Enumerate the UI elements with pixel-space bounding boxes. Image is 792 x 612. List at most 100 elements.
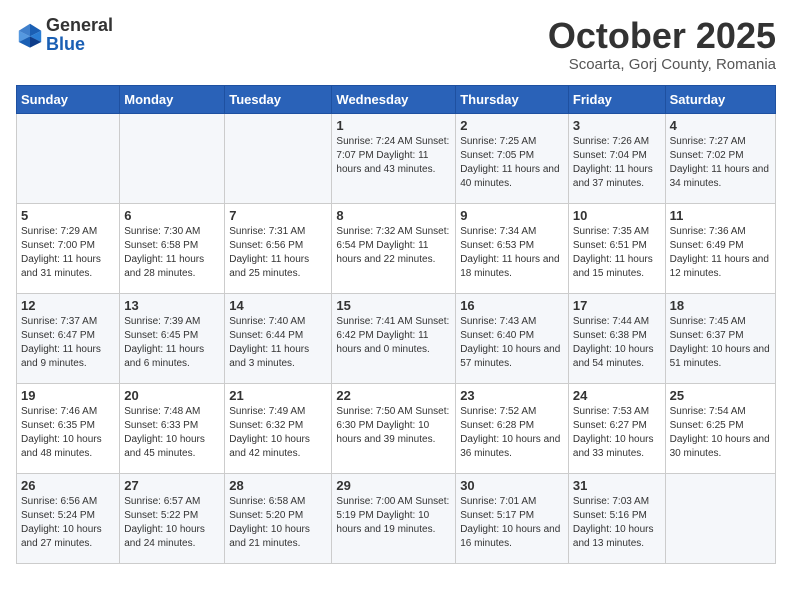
day-number: 3	[573, 118, 661, 133]
day-number: 4	[670, 118, 771, 133]
day-info: Sunrise: 7:49 AM Sunset: 6:32 PM Dayligh…	[229, 405, 327, 461]
day-info: Sunrise: 7:54 AM Sunset: 6:25 PM Dayligh…	[670, 405, 771, 461]
calendar-cell: 4 Sunrise: 7:27 AM Sunset: 7:02 PM Daylig…	[665, 113, 775, 203]
day-info: Sunrise: 7:03 AM Sunset: 5:16 PM Dayligh…	[573, 495, 661, 551]
logo-icon	[16, 21, 44, 49]
calendar-cell: 29Sunrise: 7:00 AM Sunset: 5:19 PM Dayli…	[332, 473, 456, 563]
calendar-cell: 2 Sunrise: 7:25 AM Sunset: 7:05 PM Daylig…	[456, 113, 569, 203]
day-number: 7	[229, 208, 327, 223]
day-number: 9	[460, 208, 564, 223]
calendar-cell: 10 Sunrise: 7:35 AM Sunset: 6:51 PM Dayli…	[568, 203, 665, 293]
day-number: 17	[573, 298, 661, 313]
day-number: 31	[573, 478, 661, 493]
day-number: 21	[229, 388, 327, 403]
day-info: Sunrise: 7:30 AM Sunset: 6:58 PM Dayligh…	[124, 225, 220, 281]
day-number: 11	[670, 208, 771, 223]
calendar-cell: 9 Sunrise: 7:34 AM Sunset: 6:53 PM Daylig…	[456, 203, 569, 293]
day-number: 10	[573, 208, 661, 223]
day-number: 28	[229, 478, 327, 493]
calendar-cell: 20Sunrise: 7:48 AM Sunset: 6:33 PM Dayli…	[120, 383, 225, 473]
day-info: Sunrise: 6:57 AM Sunset: 5:22 PM Dayligh…	[124, 495, 220, 551]
week-row-2: 5 Sunrise: 7:29 AM Sunset: 7:00 PM Daylig…	[17, 203, 776, 293]
calendar-cell: 22 Sunrise: 7:50 AM Sunset: 6:30 PM Dayli…	[332, 383, 456, 473]
calendar-cell	[225, 113, 332, 203]
calendar-cell: 5 Sunrise: 7:29 AM Sunset: 7:00 PM Daylig…	[17, 203, 120, 293]
day-info: Sunrise: 7:44 AM Sunset: 6:38 PM Dayligh…	[573, 315, 661, 371]
weekday-header-friday: Friday	[568, 85, 665, 113]
day-number: 18	[670, 298, 771, 313]
calendar-cell: 11 Sunrise: 7:36 AM Sunset: 6:49 PM Dayli…	[665, 203, 775, 293]
page-header: General Blue October 2025 Scoarta, Gorj …	[16, 16, 776, 73]
calendar-cell: 12 Sunrise: 7:37 AM Sunset: 6:47 PM Dayli…	[17, 293, 120, 383]
calendar-cell: 1Sunrise: 7:24 AM Sunset: 7:07 PM Daylig…	[332, 113, 456, 203]
day-info: Sunrise: 7:46 AM Sunset: 6:35 PM Dayligh…	[21, 405, 115, 461]
day-info: Sunrise: 7:31 AM Sunset: 6:56 PM Dayligh…	[229, 225, 327, 281]
logo-blue-text: Blue	[46, 34, 85, 54]
calendar-cell: 26 Sunrise: 6:56 AM Sunset: 5:24 PM Dayli…	[17, 473, 120, 563]
day-info: Sunrise: 7:50 AM Sunset: 6:30 PM Dayligh…	[336, 405, 451, 447]
day-info: Sunrise: 7:40 AM Sunset: 6:44 PM Dayligh…	[229, 315, 327, 371]
day-number: 15	[336, 298, 451, 313]
day-info: Sunrise: 7:27 AM Sunset: 7:02 PM Dayligh…	[670, 135, 771, 191]
calendar-cell: 27Sunrise: 6:57 AM Sunset: 5:22 PM Dayli…	[120, 473, 225, 563]
day-info: Sunrise: 7:29 AM Sunset: 7:00 PM Dayligh…	[21, 225, 115, 281]
calendar-cell: 24 Sunrise: 7:53 AM Sunset: 6:27 PM Dayli…	[568, 383, 665, 473]
day-info: Sunrise: 7:34 AM Sunset: 6:53 PM Dayligh…	[460, 225, 564, 281]
weekday-header-tuesday: Tuesday	[225, 85, 332, 113]
calendar-cell: 28 Sunrise: 6:58 AM Sunset: 5:20 PM Dayli…	[225, 473, 332, 563]
calendar-cell: 18 Sunrise: 7:45 AM Sunset: 6:37 PM Dayli…	[665, 293, 775, 383]
day-info: Sunrise: 7:41 AM Sunset: 6:42 PM Dayligh…	[336, 315, 451, 357]
calendar-cell: 8 Sunrise: 7:32 AM Sunset: 6:54 PM Daylig…	[332, 203, 456, 293]
day-number: 26	[21, 478, 115, 493]
calendar-cell: 17 Sunrise: 7:44 AM Sunset: 6:38 PM Dayli…	[568, 293, 665, 383]
calendar-cell: 31 Sunrise: 7:03 AM Sunset: 5:16 PM Dayli…	[568, 473, 665, 563]
day-number: 22	[336, 388, 451, 403]
weekday-header-monday: Monday	[120, 85, 225, 113]
day-info: Sunrise: 7:36 AM Sunset: 6:49 PM Dayligh…	[670, 225, 771, 281]
day-info: Sunrise: 7:52 AM Sunset: 6:28 PM Dayligh…	[460, 405, 564, 461]
day-info: Sunrise: 7:25 AM Sunset: 7:05 PM Dayligh…	[460, 135, 564, 191]
day-info: Sunrise: 7:01 AM Sunset: 5:17 PM Dayligh…	[460, 495, 564, 551]
calendar-cell: 23 Sunrise: 7:52 AM Sunset: 6:28 PM Dayli…	[456, 383, 569, 473]
day-info: Sunrise: 7:39 AM Sunset: 6:45 PM Dayligh…	[124, 315, 220, 371]
day-number: 13	[124, 298, 220, 313]
calendar-cell: 30Sunrise: 7:01 AM Sunset: 5:17 PM Dayli…	[456, 473, 569, 563]
month-title: October 2025	[548, 16, 776, 56]
day-info: Sunrise: 6:58 AM Sunset: 5:20 PM Dayligh…	[229, 495, 327, 551]
day-number: 2	[460, 118, 564, 133]
calendar-cell: 19Sunrise: 7:46 AM Sunset: 6:35 PM Dayli…	[17, 383, 120, 473]
day-number: 12	[21, 298, 115, 313]
day-info: Sunrise: 7:37 AM Sunset: 6:47 PM Dayligh…	[21, 315, 115, 371]
calendar-cell: 21 Sunrise: 7:49 AM Sunset: 6:32 PM Dayli…	[225, 383, 332, 473]
calendar-cell: 6 Sunrise: 7:30 AM Sunset: 6:58 PM Daylig…	[120, 203, 225, 293]
weekday-header-sunday: Sunday	[17, 85, 120, 113]
week-row-1: 1Sunrise: 7:24 AM Sunset: 7:07 PM Daylig…	[17, 113, 776, 203]
day-number: 6	[124, 208, 220, 223]
day-info: Sunrise: 7:45 AM Sunset: 6:37 PM Dayligh…	[670, 315, 771, 371]
day-info: Sunrise: 6:56 AM Sunset: 5:24 PM Dayligh…	[21, 495, 115, 551]
day-info: Sunrise: 7:53 AM Sunset: 6:27 PM Dayligh…	[573, 405, 661, 461]
day-info: Sunrise: 7:32 AM Sunset: 6:54 PM Dayligh…	[336, 225, 451, 267]
day-number: 5	[21, 208, 115, 223]
day-number: 16	[460, 298, 564, 313]
weekday-header-thursday: Thursday	[456, 85, 569, 113]
day-number: 29	[336, 478, 451, 493]
day-number: 23	[460, 388, 564, 403]
calendar-cell: 14Sunrise: 7:40 AM Sunset: 6:44 PM Dayli…	[225, 293, 332, 383]
day-number: 24	[573, 388, 661, 403]
location-title: Scoarta, Gorj County, Romania	[548, 56, 776, 73]
day-info: Sunrise: 7:26 AM Sunset: 7:04 PM Dayligh…	[573, 135, 661, 191]
day-info: Sunrise: 7:43 AM Sunset: 6:40 PM Dayligh…	[460, 315, 564, 371]
week-row-5: 26 Sunrise: 6:56 AM Sunset: 5:24 PM Dayli…	[17, 473, 776, 563]
calendar-cell: 25Sunrise: 7:54 AM Sunset: 6:25 PM Dayli…	[665, 383, 775, 473]
calendar-cell: 7 Sunrise: 7:31 AM Sunset: 6:56 PM Daylig…	[225, 203, 332, 293]
weekday-header-saturday: Saturday	[665, 85, 775, 113]
day-number: 8	[336, 208, 451, 223]
day-info: Sunrise: 7:48 AM Sunset: 6:33 PM Dayligh…	[124, 405, 220, 461]
logo: General Blue	[16, 16, 113, 54]
day-info: Sunrise: 7:35 AM Sunset: 6:51 PM Dayligh…	[573, 225, 661, 281]
weekday-header-wednesday: Wednesday	[332, 85, 456, 113]
week-row-3: 12 Sunrise: 7:37 AM Sunset: 6:47 PM Dayli…	[17, 293, 776, 383]
calendar-cell: 3 Sunrise: 7:26 AM Sunset: 7:04 PM Daylig…	[568, 113, 665, 203]
calendar-cell	[120, 113, 225, 203]
